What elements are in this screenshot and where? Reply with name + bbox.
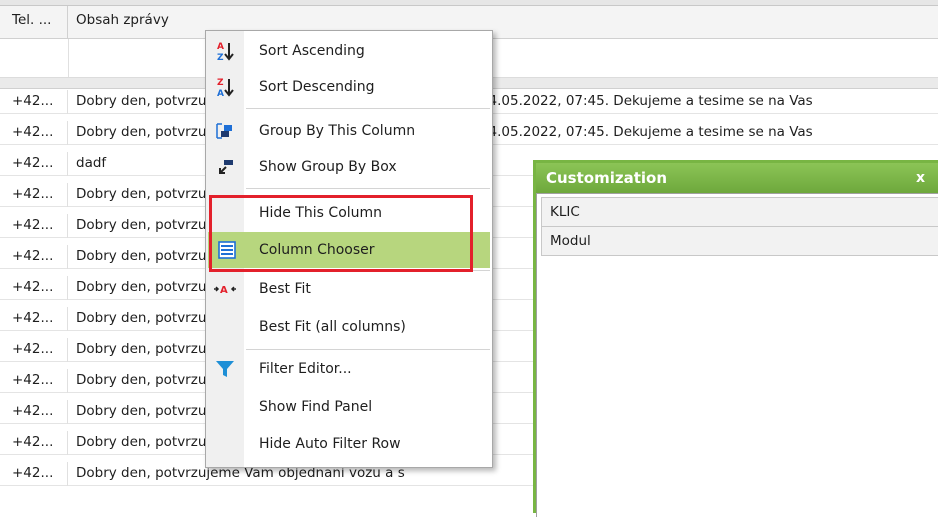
- menu-item-label: Show Find Panel: [259, 399, 373, 415]
- cell-tel[interactable]: +42...: [0, 369, 68, 393]
- menu-item-label: Best Fit (all columns): [259, 319, 406, 335]
- svg-text:Z: Z: [217, 53, 224, 62]
- menu-item-best-fit[interactable]: A Best Fit: [206, 271, 492, 307]
- menu-separator: [246, 108, 490, 109]
- cell-tel[interactable]: +42...: [0, 462, 68, 486]
- best-fit-icon: A: [212, 276, 238, 302]
- menu-item-label: Show Group By Box: [259, 159, 397, 175]
- filter-icon: [212, 356, 238, 382]
- cell-tel[interactable]: +42...: [0, 152, 68, 176]
- menu-item-label: Filter Editor...: [259, 361, 352, 377]
- customization-title-bar[interactable]: Customization x: [536, 163, 938, 193]
- menu-item-label: Sort Ascending: [259, 43, 365, 59]
- cell-message[interactable]: Dobry den, potvrzujeme Vam objednani voz…: [68, 90, 938, 114]
- column-header-obsah[interactable]: Obsah zprávy: [68, 6, 938, 38]
- menu-item-label: Group By This Column: [259, 123, 416, 139]
- menu-separator: [246, 349, 490, 350]
- menu-separator: [246, 188, 490, 189]
- cell-tel[interactable]: +42...: [0, 214, 68, 238]
- cell-tel[interactable]: +42...: [0, 307, 68, 331]
- menu-item-show-find-panel[interactable]: Show Find Panel: [206, 389, 492, 425]
- cell-tel[interactable]: +42...: [0, 276, 68, 300]
- menu-item-sort-ascending[interactable]: A Z Sort Ascending: [206, 33, 492, 69]
- group-by-box-icon: [212, 154, 238, 180]
- menu-item-sort-descending[interactable]: Z A Sort Descending: [206, 69, 492, 105]
- filter-cell-tel[interactable]: [0, 39, 69, 77]
- svg-text:A: A: [220, 285, 228, 296]
- cell-tel[interactable]: +42...: [0, 431, 68, 455]
- customization-title: Customization: [546, 169, 668, 187]
- menu-item-label: Best Fit: [259, 281, 311, 297]
- sort-ascending-icon: A Z: [212, 38, 238, 64]
- customization-item-modul[interactable]: Modul: [541, 226, 938, 256]
- menu-item-label: Sort Descending: [259, 79, 375, 95]
- menu-item-filter-editor[interactable]: Filter Editor...: [206, 351, 492, 387]
- cell-message[interactable]: Dobry den, potvrzujeme Vam objednani voz…: [68, 121, 938, 145]
- cell-tel[interactable]: +42...: [0, 183, 68, 207]
- menu-item-best-fit-all[interactable]: Best Fit (all columns): [206, 309, 492, 345]
- menu-item-label: Hide Auto Filter Row: [259, 436, 401, 452]
- sort-descending-icon: Z A: [212, 74, 238, 100]
- menu-item-show-group-by-box[interactable]: Show Group By Box: [206, 149, 492, 185]
- cell-tel[interactable]: +42...: [0, 121, 68, 145]
- cell-tel[interactable]: +42...: [0, 245, 68, 269]
- column-header-tel[interactable]: Tel. ...: [0, 6, 68, 38]
- menu-item-hide-auto-filter-row[interactable]: Hide Auto Filter Row: [206, 426, 492, 462]
- cell-tel[interactable]: +42...: [0, 338, 68, 362]
- cell-tel[interactable]: +42...: [0, 400, 68, 424]
- close-icon[interactable]: x: [916, 163, 925, 193]
- svg-text:A: A: [217, 89, 224, 98]
- cell-tel[interactable]: +42...: [0, 90, 68, 114]
- group-by-column-icon: [212, 118, 238, 144]
- customization-window[interactable]: Customization x KLIC Modul: [533, 160, 938, 517]
- customization-list: KLIC Modul: [536, 193, 938, 517]
- svg-text:Z: Z: [217, 78, 224, 88]
- highlight-callout-box: [209, 195, 473, 272]
- customization-item-klic[interactable]: KLIC: [541, 197, 938, 227]
- menu-item-group-by-column[interactable]: Group By This Column: [206, 113, 492, 149]
- svg-text:A: A: [217, 42, 224, 52]
